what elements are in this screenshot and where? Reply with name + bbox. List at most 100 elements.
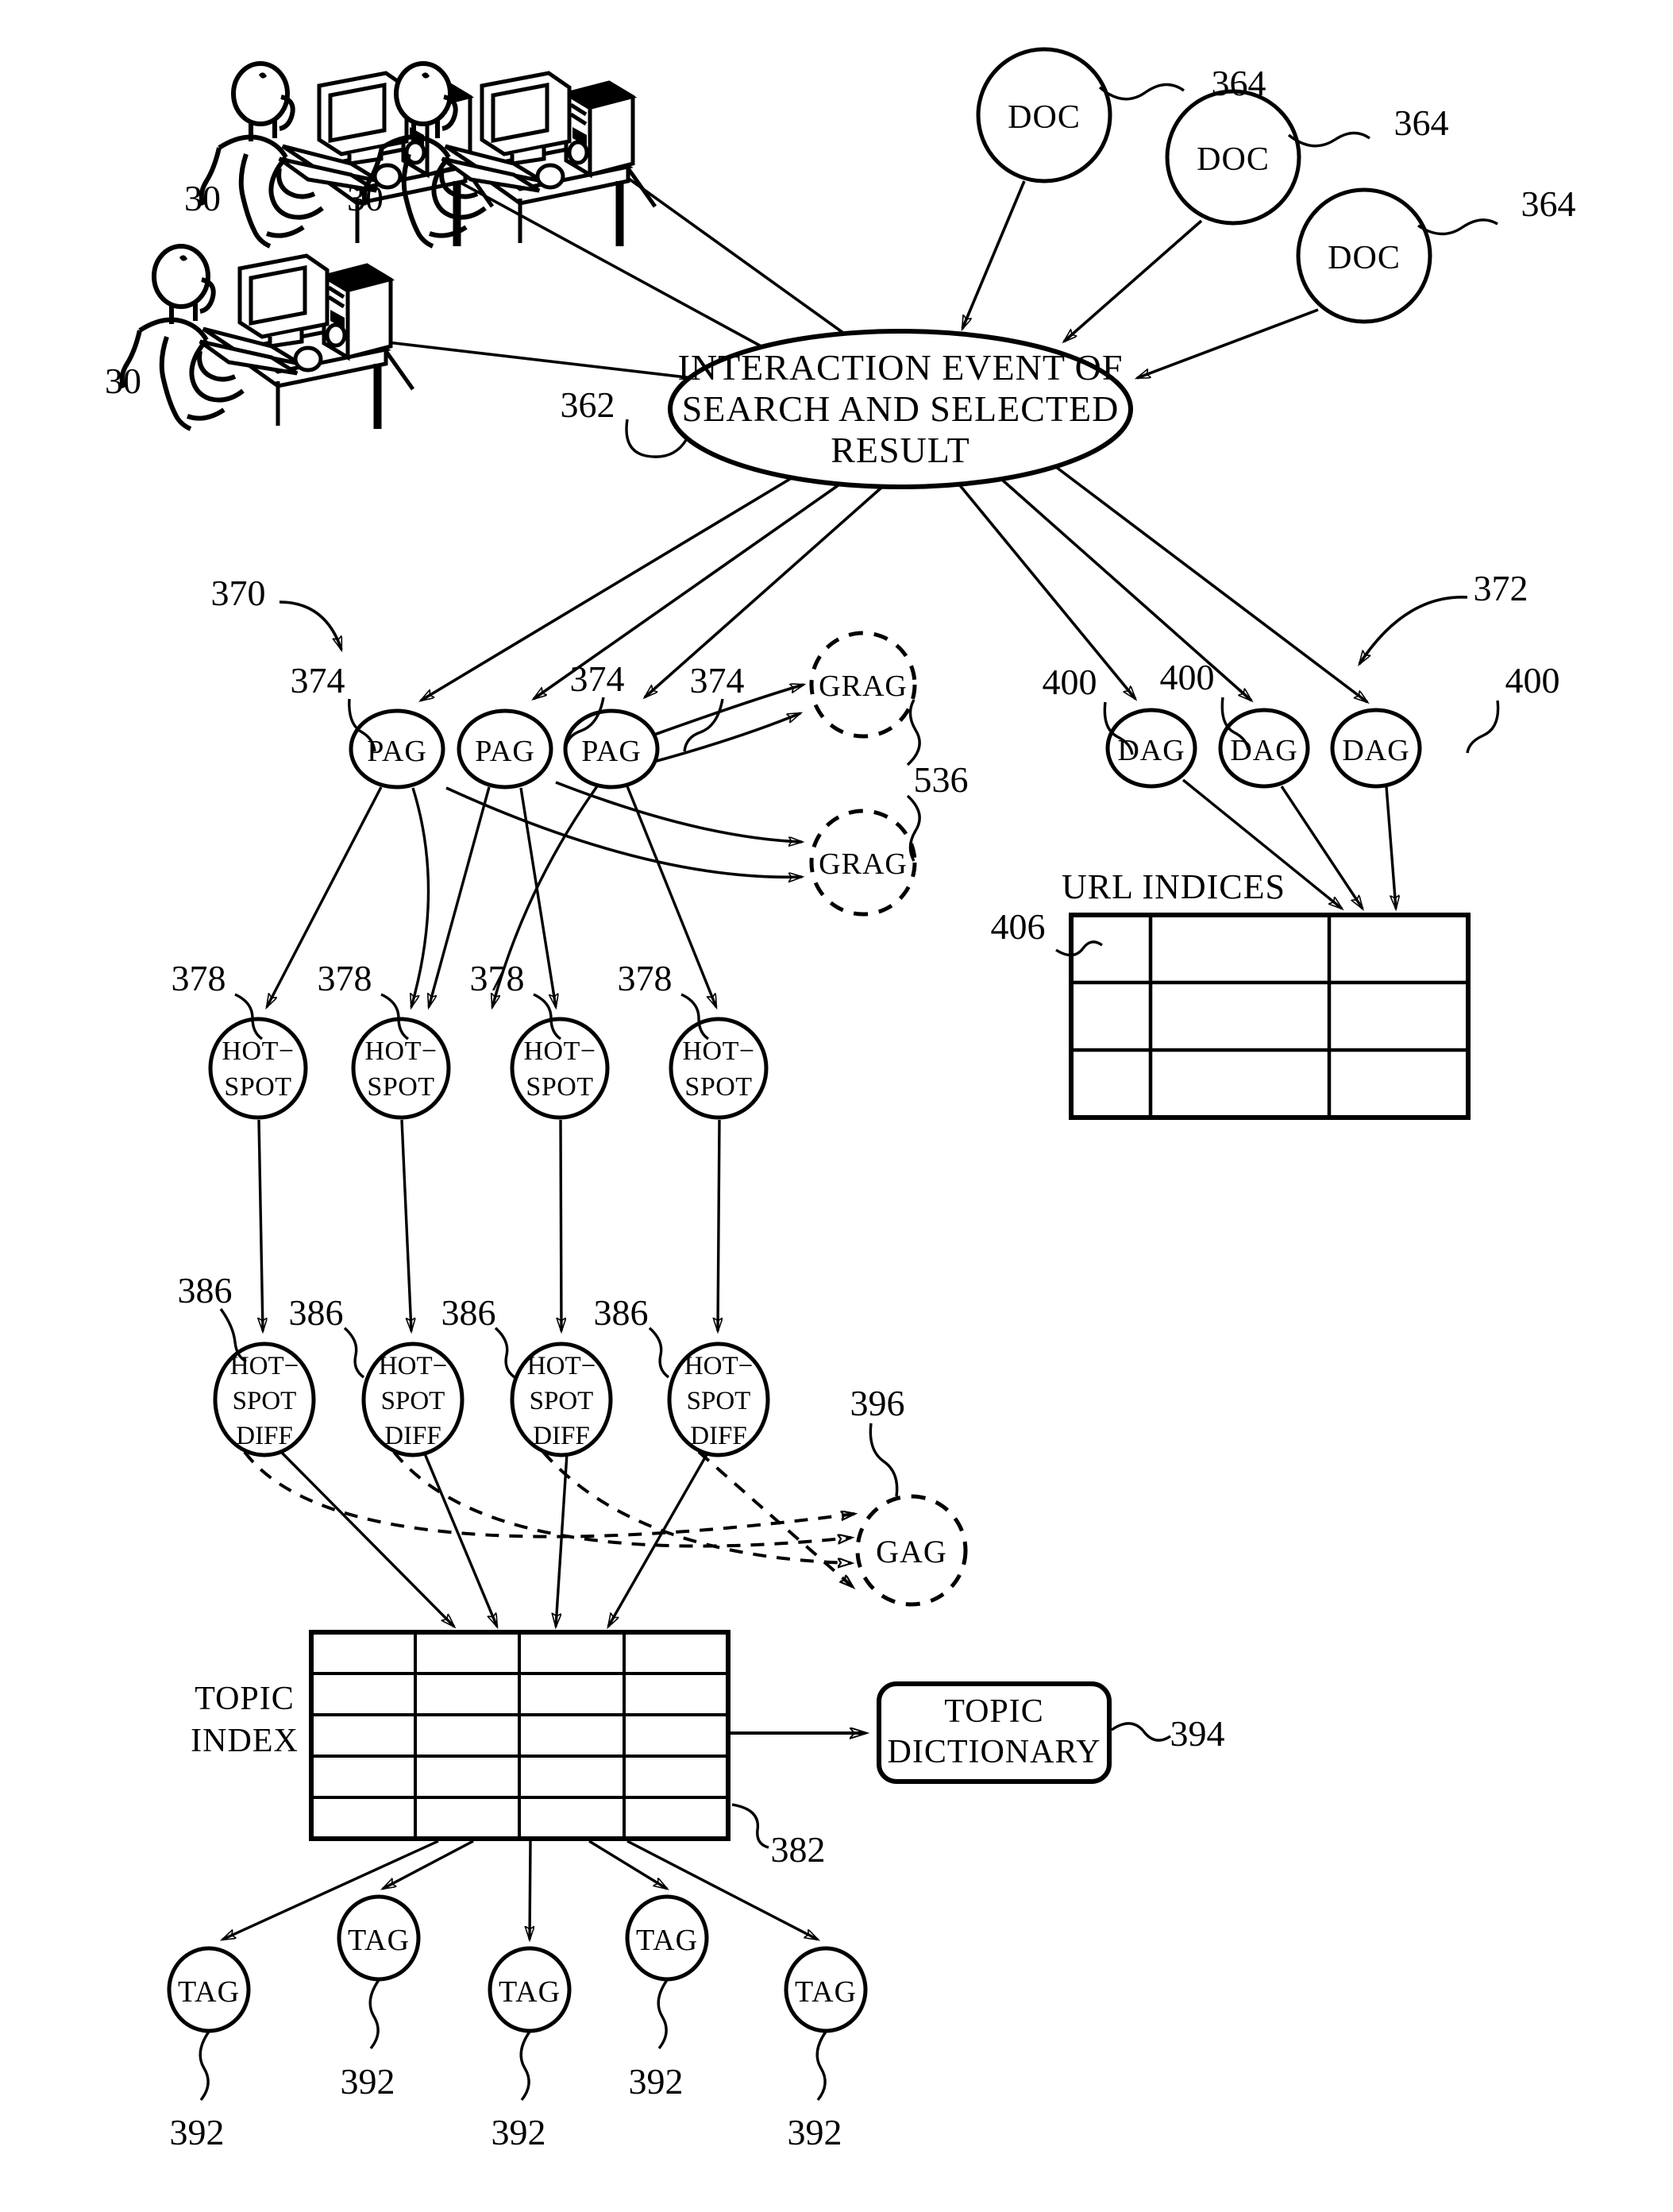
hotspot-ref-label: 378 (172, 958, 226, 998)
edges-event-to-pag (421, 470, 883, 701)
gag-node-label: GAG (876, 1534, 947, 1569)
tag-node-label: TAG (636, 1924, 698, 1957)
workstation-icon (364, 64, 655, 246)
topic-index-ref-label: 382 (771, 1829, 826, 1870)
hotspot-ref-label: 378 (470, 958, 525, 998)
hotspot-diff-line1: HOT− (527, 1352, 596, 1380)
hotspot-diff-line1: HOT− (684, 1352, 753, 1380)
tag-node-label: TAG (795, 1975, 857, 2009)
doc-ref-label: 364 (1212, 63, 1266, 103)
hotspot-diff-line3: DIFF (533, 1422, 590, 1450)
pag-ref-label: 374 (291, 660, 345, 701)
url-indices-grid[interactable] (1069, 913, 1471, 1120)
dag-node-label: DAG (1117, 734, 1185, 767)
ref-leader-386 (648, 1326, 670, 1379)
ref-leader-392 (519, 2031, 531, 2102)
edges-diff-to-gag (243, 1450, 854, 1587)
hotspot-diff-line2: SPOT (530, 1387, 594, 1415)
ref-leader-400 (1466, 700, 1500, 754)
hotspot-node-line1: HOT− (222, 1037, 294, 1066)
url-indices-ref-label: 406 (991, 906, 1046, 947)
hotspot-diff-line2: SPOT (233, 1387, 297, 1415)
ref-arrow-372 (1359, 596, 1468, 664)
pag-node-label: PAG (475, 735, 535, 768)
ref-leader-386 (494, 1326, 516, 1379)
hotspot-diff-ref-label: 386 (178, 1270, 233, 1311)
dag-group-ref-label: 372 (1474, 568, 1528, 608)
ref-leader-386 (343, 1326, 365, 1379)
dag-node-label: DAG (1342, 734, 1409, 767)
hotspot-diff-ref-label: 386 (289, 1292, 344, 1333)
hotspot-node-circle[interactable] (510, 1017, 610, 1120)
topic-index-label-line2: INDEX (191, 1723, 299, 1759)
hotspot-diff-ref-label: 386 (594, 1292, 649, 1333)
ref-leader-392 (815, 2031, 827, 2102)
pag-node-label: PAG (581, 735, 642, 768)
hotspot-diff-line3: DIFF (690, 1422, 747, 1450)
tag-ref-label: 392 (341, 2061, 395, 2102)
doc-node-label: DOC (1197, 141, 1270, 178)
ref-leader-392 (199, 2031, 210, 2102)
hotspot-node-line1: HOT− (364, 1037, 437, 1066)
hotspot-diff-line3: DIFF (384, 1422, 441, 1450)
tag-ref-label: 392 (629, 2061, 684, 2102)
hotspot-node-line2: SPOT (367, 1072, 434, 1102)
ref-leader-382 (731, 1803, 769, 1849)
pag-group-ref-label: 370 (211, 573, 266, 613)
tag-node-label: TAG (499, 1975, 561, 2009)
doc-ref-label: 364 (1394, 102, 1449, 143)
doc-node-label: DOC (1328, 240, 1401, 276)
hotspot-diff-ref-label: 386 (441, 1292, 496, 1333)
workstation-ref-label: 30 (347, 178, 384, 218)
hotspot-ref-label: 378 (618, 958, 673, 998)
hotspot-diff-line3: DIFF (236, 1422, 293, 1450)
hotspot-diff-line1: HOT− (379, 1352, 447, 1380)
interaction-event-line3: RESULT (831, 430, 970, 470)
hotspot-node-circle[interactable] (669, 1017, 769, 1120)
ref-leader-396 (869, 1423, 899, 1497)
ref-leader-364 (1287, 131, 1370, 148)
workstation-ref-label: 30 (184, 178, 221, 218)
ref-leader-364 (1417, 218, 1498, 236)
tag-node-label: TAG (178, 1975, 240, 2009)
doc-ref-label: 364 (1521, 183, 1576, 224)
topic-index-label-line1: TOPIC (195, 1681, 295, 1717)
workstation-ref-label: 30 (105, 361, 141, 401)
grag-node-label: GRAG (819, 670, 908, 703)
hotspot-ref-label: 378 (318, 958, 372, 998)
hotspot-diff-line1: HOT− (230, 1352, 299, 1380)
ref-leader-392 (657, 1979, 669, 2050)
dag-node-label: DAG (1230, 734, 1297, 767)
ref-leader-392 (368, 1979, 380, 2050)
hotspot-diff-line2: SPOT (687, 1387, 751, 1415)
hotspot-node-line2: SPOT (684, 1072, 752, 1102)
topic-dictionary-ref-label: 394 (1170, 1713, 1225, 1754)
interaction-event-ref-label: 362 (561, 384, 615, 425)
url-indices-title: URL INDICES (1062, 867, 1286, 906)
tag-ref-label: 392 (491, 2112, 546, 2152)
pag-ref-label: 374 (570, 658, 625, 699)
ref-leader-364 (1098, 83, 1185, 101)
topic-index-grid[interactable] (309, 1630, 730, 1841)
diagram-canvas: 30 30 30 DOC DOC DOC 364 364 364 INTERAC… (105, 47, 1576, 2152)
hotspot-node-line1: HOT− (682, 1037, 754, 1066)
pag-ref-label: 374 (690, 660, 745, 701)
tag-node-label: TAG (348, 1924, 410, 1957)
gag-ref-label: 396 (850, 1383, 905, 1423)
grag-node-label: GRAG (819, 847, 908, 881)
interaction-event-line1: INTERACTION EVENT OF (678, 347, 1124, 388)
pag-node-label: PAG (367, 735, 427, 768)
patent-figure: 30 30 30 DOC DOC DOC 364 364 364 INTERAC… (0, 0, 1673, 2212)
hotspot-node-line2: SPOT (526, 1072, 593, 1102)
workstation-icon (122, 246, 413, 429)
hotspot-nodes (208, 1017, 769, 1120)
hotspot-node-circle[interactable] (351, 1017, 451, 1120)
hotspot-diff-line2: SPOT (381, 1387, 445, 1415)
dag-ref-label: 400 (1160, 657, 1215, 697)
edges-index-to-tags (222, 1839, 818, 1940)
edges-diff-to-topic-index (278, 1449, 710, 1627)
dag-ref-label: 400 (1043, 662, 1097, 702)
topic-dictionary-line1: TOPIC (944, 1693, 1044, 1730)
ref-leader-394 (1111, 1722, 1171, 1742)
ref-arrow-370 (279, 600, 343, 650)
